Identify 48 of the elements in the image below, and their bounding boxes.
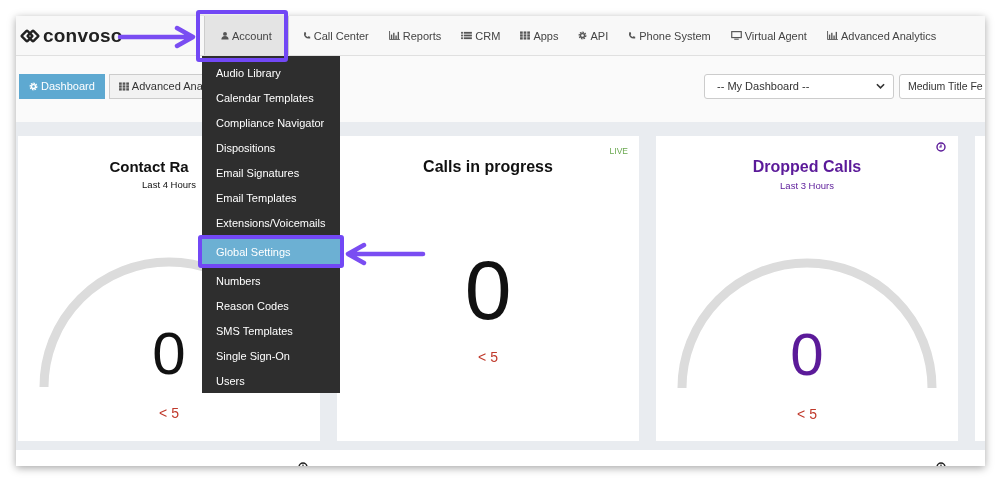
- nav-menu-item[interactable]: Advanced Analytics: [816, 16, 947, 55]
- bar-chart-icon: [388, 31, 400, 40]
- dropdown-menu-item[interactable]: Numbers: [202, 268, 340, 293]
- list-icon: [461, 31, 473, 40]
- dropdown-menu-item[interactable]: SMS Templates: [202, 318, 340, 343]
- nav-menu-item[interactable]: Reports: [378, 16, 452, 55]
- settings-icon: [29, 81, 38, 91]
- nav-menu-item[interactable]: Virtual Agent: [720, 16, 817, 55]
- live-label: LIVE: [609, 146, 628, 156]
- card-subtitle: Last 4 Hours: [142, 179, 196, 190]
- nav-menu-item[interactable]: Apps: [510, 16, 569, 55]
- phone-icon: [302, 31, 311, 40]
- user-icon: [221, 31, 229, 40]
- nav-menu-item[interactable]: Account: [204, 16, 289, 55]
- dropdown-menu-item[interactable]: Users: [202, 368, 340, 393]
- dropdown-menu-item[interactable]: Email Signatures: [202, 160, 340, 185]
- phone-icon: [628, 31, 637, 40]
- clock-icon: [936, 142, 946, 152]
- nav-menu-item[interactable]: Phone System: [618, 16, 721, 55]
- dropdown-menu-item[interactable]: Single Sign-On: [202, 343, 340, 368]
- nav-menu-item[interactable]: API: [568, 16, 619, 55]
- threshold-text: < 5: [478, 349, 498, 365]
- card-title: Contact Ra: [109, 158, 189, 175]
- bar-chart-icon: [826, 31, 838, 40]
- threshold-text: < 5: [159, 405, 179, 421]
- card-subtitle: Last 3 Hours: [780, 180, 834, 191]
- gauge-value: 0: [152, 323, 186, 385]
- dashboard-select[interactable]: -- My Dashboard --: [704, 73, 894, 99]
- card-title: Dropped Calls: [752, 158, 862, 176]
- dropdown-menu-item[interactable]: Reason Codes: [202, 293, 340, 318]
- gauge-value: 0: [790, 324, 824, 386]
- dropdown-menu-item[interactable]: Extensions/Voicemails: [202, 210, 340, 235]
- nav-menu-item[interactable]: Call Center: [292, 16, 379, 55]
- dropdown-menu-item[interactable]: Dispositions: [202, 135, 340, 160]
- card-title: Calls in progress: [423, 158, 553, 176]
- logo-text: convoso: [43, 24, 123, 47]
- monitor-icon: [730, 31, 742, 40]
- chevron-down-icon: [876, 83, 885, 89]
- grid-icon: [520, 31, 531, 40]
- arrow-icon: [344, 242, 426, 266]
- threshold-text: < 5: [797, 406, 817, 422]
- nav-menu-item[interactable]: CRM: [451, 16, 511, 55]
- stat-value: 0: [464, 245, 512, 335]
- settings-icon: [578, 31, 588, 40]
- dropdown-menu-item[interactable]: Compliance Navigator: [202, 110, 340, 135]
- dropdown-menu-item[interactable]: Email Templates: [202, 185, 340, 210]
- grid-icon: [118, 81, 129, 91]
- title-size-select[interactable]: Medium Title Fe: [899, 73, 985, 99]
